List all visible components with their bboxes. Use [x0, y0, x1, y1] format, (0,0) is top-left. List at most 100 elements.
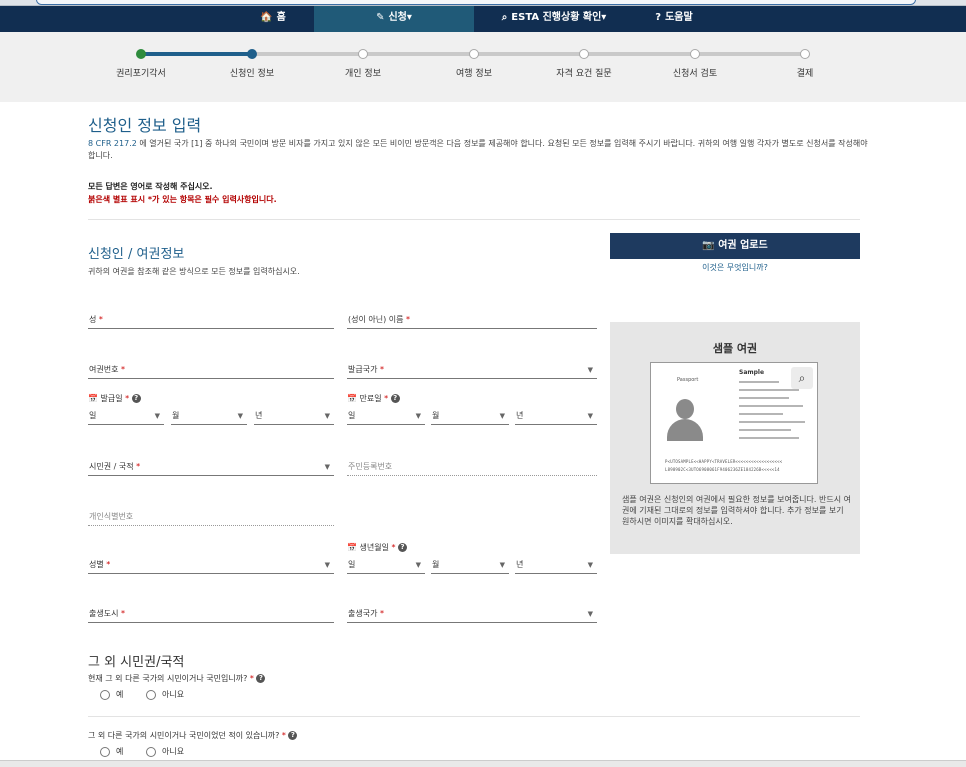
expiry-year-select[interactable]: 년 ▼	[515, 407, 597, 425]
personal-id-field[interactable]: 개인식별번호	[88, 508, 334, 526]
sample-passport-image[interactable]: Sample Passport ⌕ P<UTOSAMPLE<<HAPPY<TRA…	[650, 362, 818, 484]
step-dot-payment	[800, 49, 810, 59]
applicant-section-subtitle: 귀하의 여권을 참조해 같은 방식으로 모든 정보를 입력하십시오.	[88, 267, 300, 276]
radio-circle-icon	[146, 746, 156, 757]
english-note: 모든 답변은 영어로 작성해 주십시오.	[88, 182, 213, 191]
issue-year-select[interactable]: 년 ▼	[254, 407, 334, 425]
step-label-personal: 개인 정보	[345, 69, 381, 79]
step-dot-applicant	[247, 49, 257, 59]
caret-down-icon: ▾	[406, 12, 412, 23]
upload-passport-button[interactable]: 📷 여권 업로드	[610, 233, 860, 259]
issuing-country-select[interactable]: 발급국가 * ▼	[347, 361, 597, 379]
help-icon[interactable]: ?	[398, 543, 408, 552]
dropdown-caret-icon: ▼	[499, 412, 505, 420]
magnify-icon[interactable]: ⌕	[791, 367, 813, 389]
radio-circle-icon	[146, 689, 156, 700]
applicant-section-title: 신청인 / 여권정보	[88, 247, 185, 262]
step-label-payment: 결제	[796, 69, 814, 79]
dropdown-caret-icon: ▼	[154, 412, 160, 420]
divider	[88, 219, 860, 220]
passport-number-field[interactable]: 여권번호 *	[88, 361, 334, 379]
current-citizenship-no-radio[interactable]: 아니요	[146, 689, 184, 700]
camera-icon: 📷	[702, 240, 719, 251]
step-label-waiver: 권리포기각서	[116, 69, 166, 79]
intro-text: 8 CFR 217.2 에 열거된 국가 [1] 중 하나의 국민이며 방문 비…	[88, 139, 868, 160]
dropdown-caret-icon: ▼	[237, 412, 243, 420]
sample-passport-panel: 샘플 여권 Sample Passport ⌕ P<UTOSAMPLE<<HAP…	[610, 322, 860, 554]
calendar-icon: 📅	[88, 394, 101, 403]
issue-day-select[interactable]: 일 ▼	[88, 407, 164, 425]
help-icon[interactable]: ?	[131, 394, 141, 403]
nav-help[interactable]: ? 도움말	[634, 6, 714, 32]
sample-passport-description: 샘플 여권은 신청인의 여권에서 필요한 정보를 보여줍니다. 반드시 여권에 …	[622, 495, 851, 526]
step-dot-eligibility	[579, 49, 589, 59]
step-dot-personal	[358, 49, 368, 59]
national-id-field[interactable]: 주민등록번호	[347, 458, 597, 476]
step-dot-review	[690, 49, 700, 59]
past-citizenship-no-radio[interactable]: 아니요	[146, 746, 184, 757]
step-label-applicant: 신청인 정보	[229, 69, 275, 79]
dropdown-caret-icon: ▼	[324, 412, 330, 420]
progress-stepper: 권리포기각서 신청인 정보 개인 정보 여행 정보 자격 요건 질문 신청서 검…	[0, 32, 966, 102]
birth-country-select[interactable]: 출생국가 * ▼	[347, 605, 597, 623]
dropdown-caret-icon: ▼	[415, 561, 421, 569]
search-icon: ⌕	[501, 12, 508, 23]
calendar-icon: 📅	[347, 543, 360, 552]
divider	[88, 716, 860, 717]
birth-city-field[interactable]: 출생도시 *	[88, 605, 334, 623]
home-icon: 🏠	[260, 12, 273, 23]
dropdown-caret-icon: ▼	[324, 561, 330, 569]
pencil-icon: ✎	[376, 12, 385, 23]
sample-passport-title: 샘플 여권	[712, 342, 758, 355]
birth-day-select[interactable]: 일 ▼	[347, 556, 425, 574]
current-citizenship-yes-radio[interactable]: 예	[100, 689, 123, 700]
past-other-citizenship-question: 그 외 다른 국가의 시민이거나 국민이었던 적이 있습니까? * ?	[88, 730, 298, 741]
page-title: 신청인 정보 입력	[88, 116, 202, 135]
cfr-link[interactable]: 8 CFR 217.2	[88, 139, 137, 148]
dropdown-caret-icon: ▼	[415, 412, 421, 420]
step-label-travel: 여행 정보	[456, 69, 492, 79]
question-circle-icon: ?	[655, 12, 662, 23]
help-icon[interactable]: ?	[390, 394, 400, 403]
top-navigation: 🏠 홈 ✎ 신청▾ ⌕ ESTA 진행상황 확인▾ ? 도움말	[0, 6, 966, 32]
help-icon[interactable]: ?	[288, 731, 298, 740]
issue-date-label: 📅 발급일 * ?	[88, 393, 141, 404]
step-label-review: 신청서 검토	[672, 69, 718, 79]
step-dot-waiver	[136, 49, 146, 59]
address-bar[interactable]	[36, 0, 916, 5]
step-dot-travel	[469, 49, 479, 59]
required-note: 붉은색 별표 표시 *가 있는 항목은 필수 입력사항입니다.	[88, 195, 277, 204]
progress-track-filled	[140, 52, 252, 56]
nav-esta-status[interactable]: ⌕ ESTA 진행상황 확인▾	[474, 6, 634, 32]
radio-circle-icon	[100, 689, 110, 700]
citizenship-select[interactable]: 시민권 / 국적 * ▼	[88, 458, 334, 476]
given-name-field[interactable]: (성이 아닌) 이름 *	[347, 311, 597, 329]
issue-month-select[interactable]: 월 ▼	[171, 407, 247, 425]
expiry-month-select[interactable]: 월 ▼	[431, 407, 509, 425]
step-label-eligibility: 자격 요건 질문	[556, 69, 612, 79]
radio-circle-icon	[100, 746, 110, 757]
other-citizenship-title: 그 외 시민권/국적	[88, 655, 185, 670]
dropdown-caret-icon: ▼	[587, 610, 593, 618]
help-icon[interactable]: ?	[256, 674, 266, 683]
caret-down-icon: ▾	[601, 12, 607, 23]
dropdown-caret-icon: ▼	[587, 561, 593, 569]
dropdown-caret-icon: ▼	[499, 561, 505, 569]
what-is-this-link[interactable]: 이것은 무엇입니까?	[610, 262, 860, 273]
dropdown-caret-icon: ▼	[587, 366, 593, 374]
nav-apply[interactable]: ✎ 신청▾	[314, 6, 474, 32]
dropdown-caret-icon: ▼	[587, 412, 593, 420]
expiry-day-select[interactable]: 일 ▼	[347, 407, 425, 425]
expiry-date-label: 📅 만료일 * ?	[347, 393, 400, 404]
surname-field[interactable]: 성 *	[88, 311, 334, 329]
birth-year-select[interactable]: 년 ▼	[515, 556, 597, 574]
calendar-icon: 📅	[347, 394, 360, 403]
current-other-citizenship-question: 현재 그 외 다른 국가의 시민이거나 국민입니까? * ?	[88, 673, 266, 684]
person-silhouette-icon	[665, 399, 705, 441]
nav-home[interactable]: 🏠 홈	[232, 6, 314, 32]
gender-select[interactable]: 성별 * ▼	[88, 556, 334, 574]
past-citizenship-yes-radio[interactable]: 예	[100, 746, 123, 757]
birth-month-select[interactable]: 월 ▼	[431, 556, 509, 574]
birth-date-label: 📅 생년월일 * ?	[347, 542, 408, 553]
horizontal-scrollbar[interactable]	[0, 760, 966, 767]
